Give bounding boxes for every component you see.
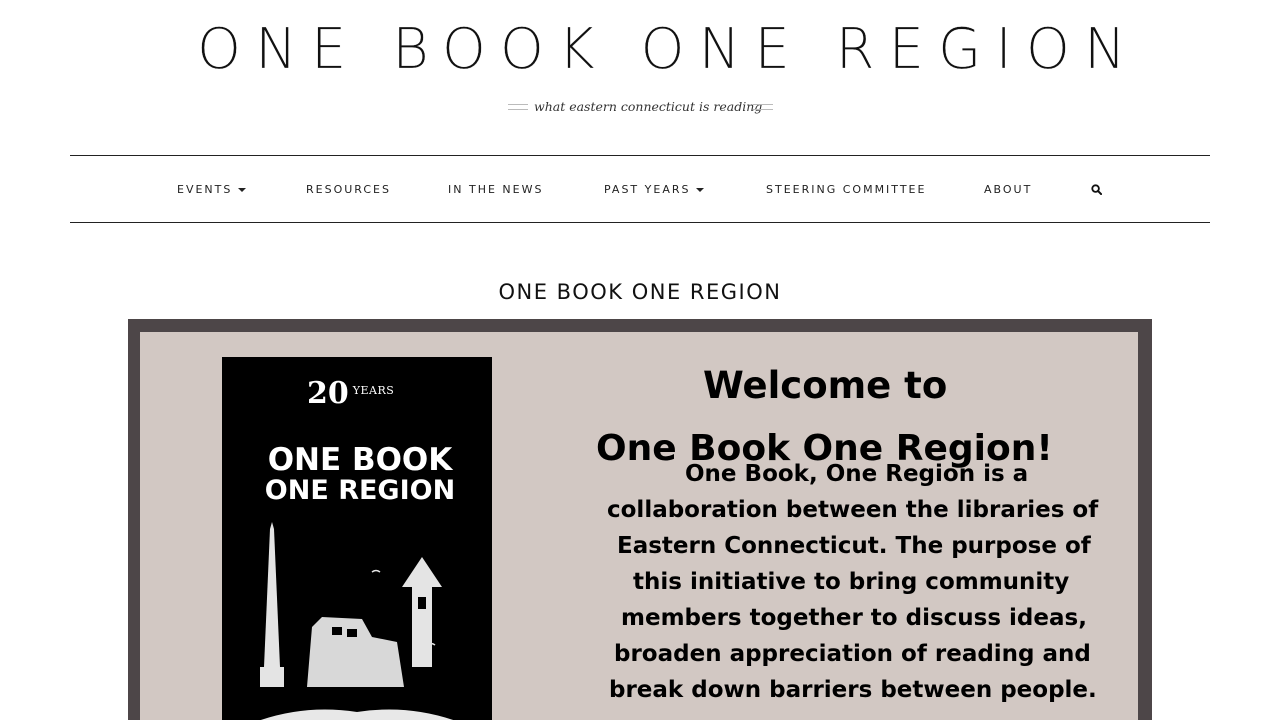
- nav-item-label: EVENTS: [177, 183, 233, 196]
- nav-item-resources[interactable]: RESOURCES: [306, 183, 391, 197]
- nav-item-label: RESOURCES: [306, 183, 391, 196]
- banner-text-line: members together to discuss ideas,: [621, 605, 1087, 631]
- banner-text-line: this initiative to bring community: [633, 569, 1070, 595]
- banner-text-line: break down barriers between people.: [609, 677, 1097, 703]
- caret-down-icon: [696, 188, 705, 192]
- nav-item-events[interactable]: EVENTS: [177, 183, 247, 197]
- nav-item-about[interactable]: ABOUT: [984, 183, 1032, 197]
- welcome-banner-image: 20 YEARS ONE BOOK ONE REGION Welcome to …: [128, 319, 1152, 720]
- nav-item-label: PAST YEARS: [604, 183, 691, 196]
- search-button[interactable]: [1086, 177, 1107, 201]
- nav-item-past-years[interactable]: PAST YEARS: [604, 183, 705, 197]
- site-tagline: what eastern connecticut is reading: [534, 99, 763, 114]
- search-icon: [1091, 183, 1102, 195]
- poster-title-line1: ONE BOOK: [267, 442, 453, 478]
- nav-item-label: IN THE NEWS: [448, 183, 544, 196]
- welcome-heading-line1: Welcome to: [703, 364, 948, 407]
- main-navigation: EVENTS RESOURCES IN THE NEWS PAST YEARS …: [70, 155, 1210, 223]
- poster-title-line2: ONE REGION: [264, 475, 456, 506]
- banner-text-line: collaboration between the libraries of: [607, 497, 1099, 523]
- tagline-divider-left: [508, 104, 528, 110]
- nav-item-label: STEERING COMMITTEE: [766, 183, 927, 196]
- caret-down-icon: [238, 188, 247, 192]
- page-heading: ONE BOOK ONE REGION: [498, 280, 782, 304]
- twenty-years-logo: 20 YEARS: [307, 379, 394, 409]
- banner-text-line: broaden appreciation of reading and: [614, 641, 1091, 667]
- nav-item-steering-committee[interactable]: STEERING COMMITTEE: [766, 183, 926, 197]
- nav-item-label: ABOUT: [984, 183, 1033, 196]
- nav-item-in-the-news[interactable]: IN THE NEWS: [448, 183, 543, 197]
- banner-text-line: Eastern Connecticut. The purpose of: [617, 533, 1091, 559]
- years-number: 20: [307, 376, 349, 411]
- tagline-divider-right: [753, 104, 773, 110]
- tagline-container: what eastern connecticut is reading: [508, 96, 773, 117]
- site-title[interactable]: ONE BOOK ONE REGION: [197, 21, 1126, 77]
- book-poster: 20 YEARS ONE BOOK ONE REGION: [222, 357, 492, 720]
- banner-text-line: One Book, One Region is a: [685, 461, 1029, 487]
- years-word: YEARS: [352, 383, 395, 397]
- banner-background: 20 YEARS ONE BOOK ONE REGION Welcome to …: [140, 332, 1138, 720]
- skyline-illustration: [260, 522, 454, 720]
